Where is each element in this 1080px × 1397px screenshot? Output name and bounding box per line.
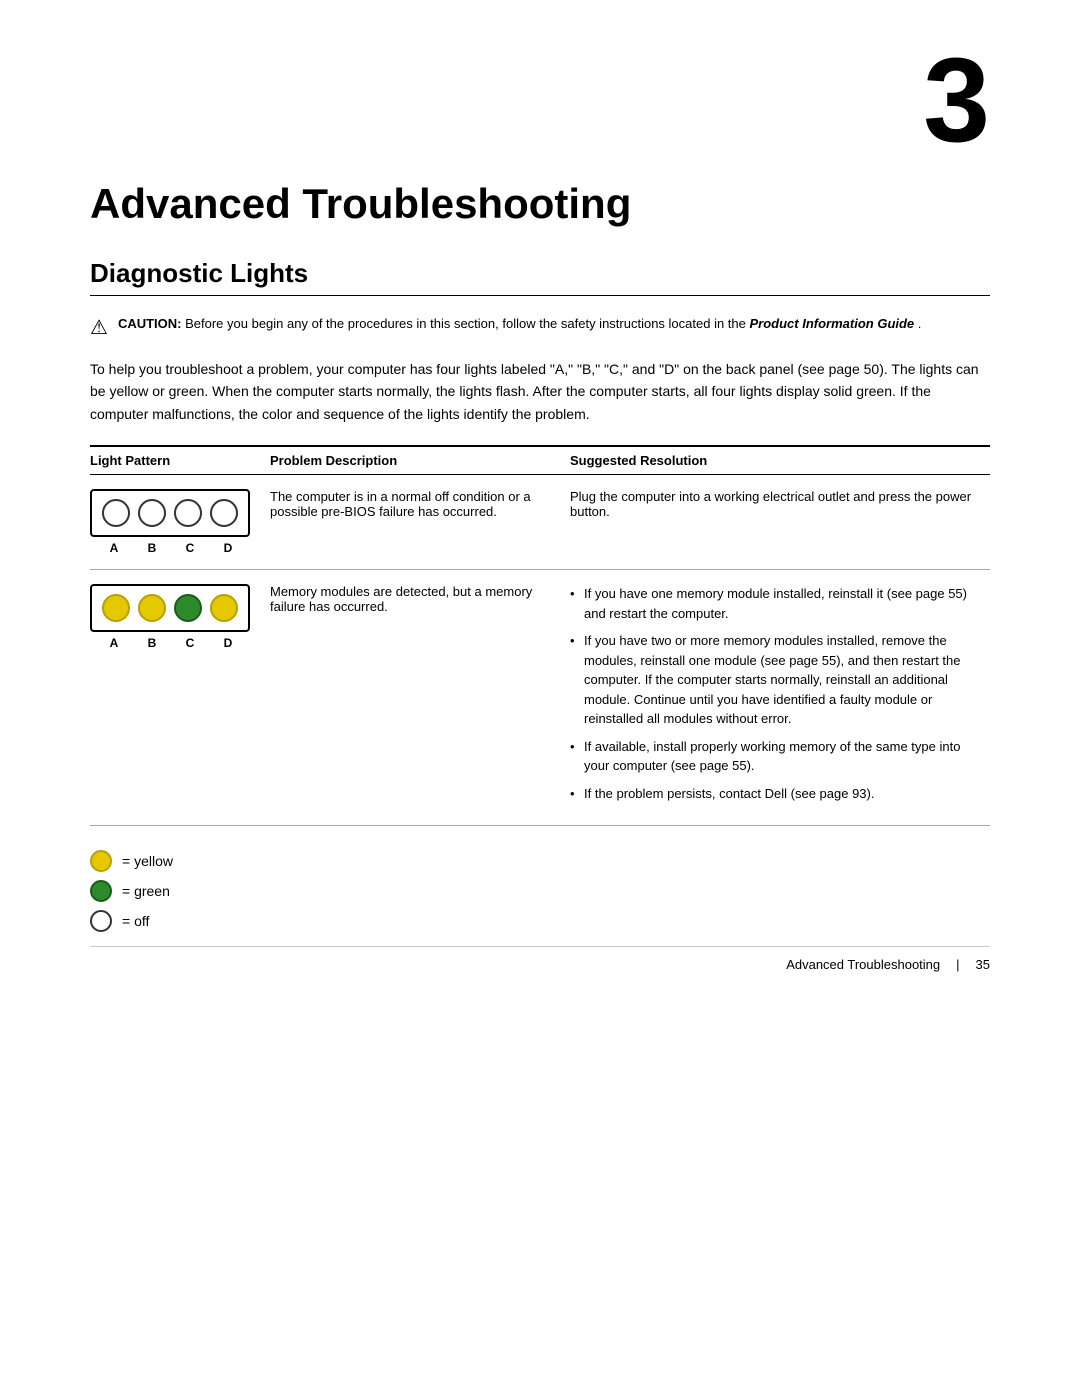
resolution-list: If you have one memory module installed,… — [570, 584, 980, 803]
footer-right: Advanced Troubleshooting | 35 — [786, 957, 990, 972]
caution-guide: Product Information Guide — [750, 316, 915, 331]
list-item: If the problem persists, contact Dell (s… — [570, 784, 980, 804]
label-A2: A — [100, 636, 128, 650]
section-title: Diagnostic Lights — [90, 258, 990, 296]
legend-green-label: = green — [122, 883, 170, 899]
body-paragraph: To help you troubleshoot a problem, your… — [90, 358, 990, 425]
legend-item-off: = off — [90, 910, 990, 932]
caution-period: . — [918, 316, 922, 331]
label-A: A — [100, 541, 128, 555]
legend-yellow-label: = yellow — [122, 853, 173, 869]
light-pattern-display: A B C D — [90, 489, 260, 555]
col-header-problem: Problem Description — [270, 446, 570, 475]
diagnostic-table: Light Pattern Problem Description Sugges… — [90, 445, 990, 826]
problem-cell-2: Memory modules are detected, but a memor… — [270, 570, 570, 826]
light-D2 — [210, 594, 238, 622]
light-D — [210, 499, 238, 527]
light-C — [174, 499, 202, 527]
caution-icon: ⚠ — [90, 315, 108, 340]
list-item: If you have two or more memory modules i… — [570, 631, 980, 729]
legend-off-circle — [90, 910, 112, 932]
legend: = yellow = green = off — [90, 850, 990, 932]
footer-page-number: 35 — [976, 957, 990, 972]
light-labels: A B C D — [90, 541, 242, 555]
list-item: If you have one memory module installed,… — [570, 584, 980, 623]
table-row: A B C D Memory modules are detected, but… — [90, 570, 990, 826]
main-title: Advanced Troubleshooting — [90, 180, 990, 228]
caution-label: CAUTION: — [118, 316, 182, 331]
legend-off-label: = off — [122, 913, 149, 929]
legend-item-yellow: = yellow — [90, 850, 990, 872]
legend-green-circle — [90, 880, 112, 902]
caution-body: Before you begin any of the procedures i… — [185, 316, 749, 331]
page-footer: Advanced Troubleshooting | 35 — [90, 946, 990, 972]
label-B2: B — [138, 636, 166, 650]
label-B: B — [138, 541, 166, 555]
legend-yellow-circle — [90, 850, 112, 872]
problem-cell-1: The computer is in a normal off conditio… — [270, 475, 570, 570]
light-A2 — [102, 594, 130, 622]
lights-row — [90, 489, 250, 537]
resolution-cell-1: Plug the computer into a working electri… — [570, 475, 990, 570]
label-C2: C — [176, 636, 204, 650]
lights-row-2 — [90, 584, 250, 632]
light-pattern-cell-2: A B C D — [90, 570, 270, 826]
col-header-resolution: Suggested Resolution — [570, 446, 990, 475]
light-B — [138, 499, 166, 527]
table-row: A B C D The computer is in a normal off … — [90, 475, 990, 570]
light-A — [102, 499, 130, 527]
footer-separator: | — [956, 957, 959, 972]
caution-text: CAUTION: Before you begin any of the pro… — [118, 314, 921, 334]
chapter-number: 3 — [923, 40, 990, 160]
label-D: D — [214, 541, 242, 555]
footer-section-name: Advanced Troubleshooting — [786, 957, 940, 972]
light-labels-2: A B C D — [90, 636, 242, 650]
label-D2: D — [214, 636, 242, 650]
light-C2 — [174, 594, 202, 622]
resolution-cell-2: If you have one memory module installed,… — [570, 570, 990, 826]
legend-item-green: = green — [90, 880, 990, 902]
list-item: If available, install properly working m… — [570, 737, 980, 776]
page: 3 Advanced Troubleshooting Diagnostic Li… — [0, 0, 1080, 1012]
label-C: C — [176, 541, 204, 555]
light-pattern-cell: A B C D — [90, 475, 270, 570]
light-B2 — [138, 594, 166, 622]
table-header-row: Light Pattern Problem Description Sugges… — [90, 446, 990, 475]
col-header-light-pattern: Light Pattern — [90, 446, 270, 475]
caution-box: ⚠ CAUTION: Before you begin any of the p… — [90, 314, 990, 340]
light-pattern-display-2: A B C D — [90, 584, 260, 650]
